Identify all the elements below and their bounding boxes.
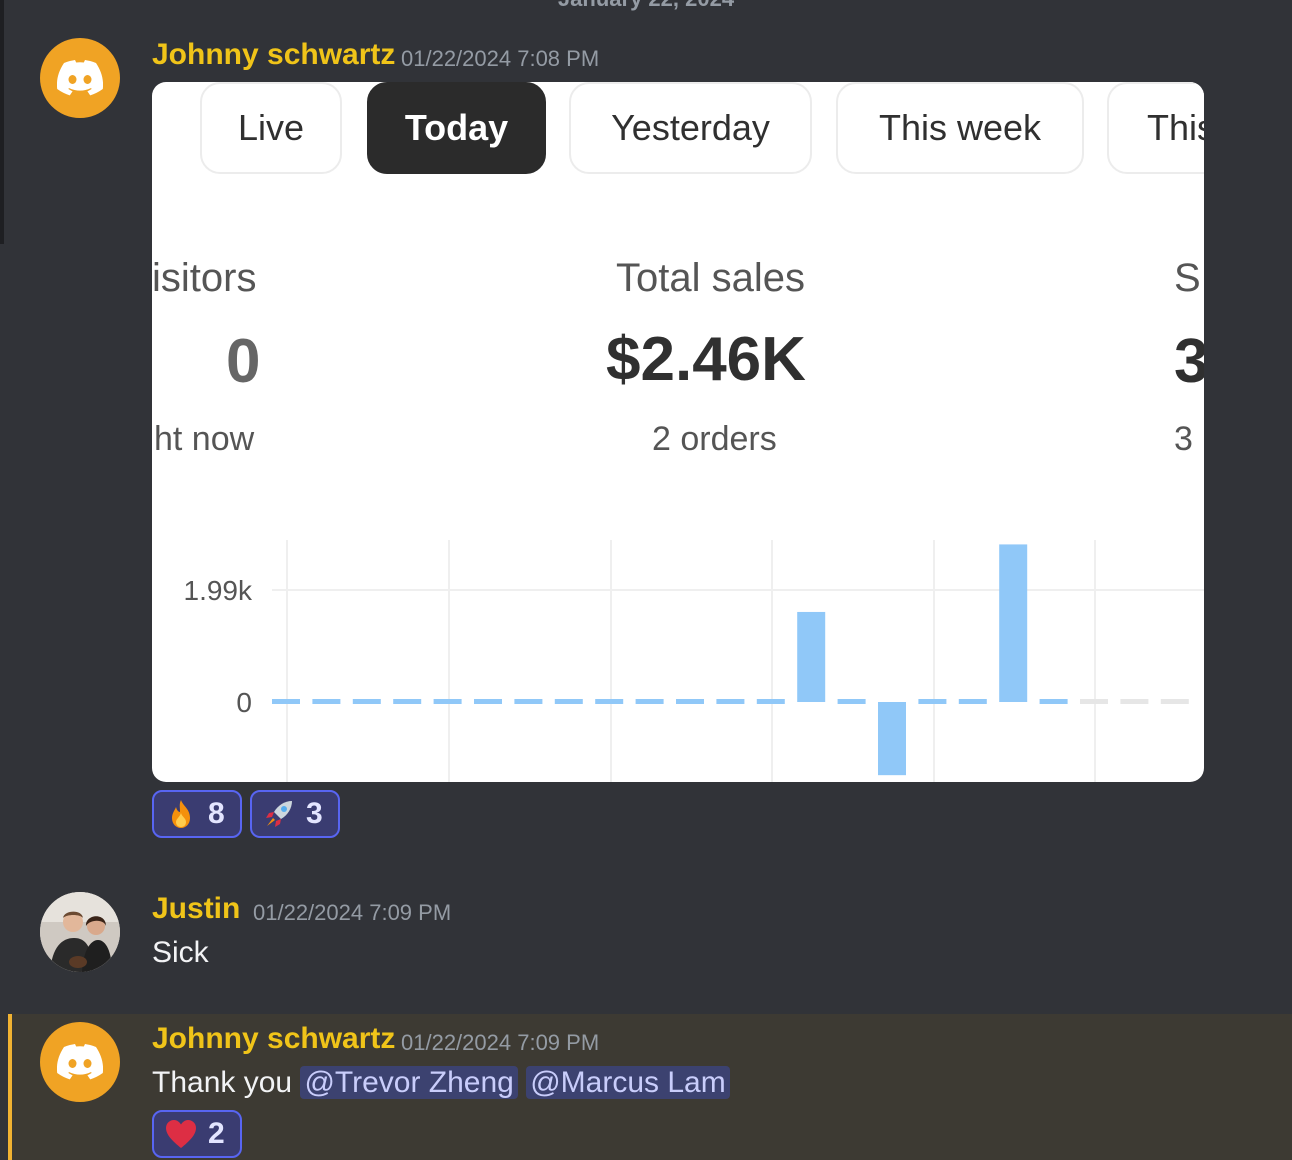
reaction-count: 8	[208, 797, 225, 830]
chart-bar	[393, 699, 422, 704]
total-sales-label: Total sales	[616, 256, 805, 300]
discord-logo-icon[interactable]	[40, 38, 120, 118]
chart-bar	[352, 699, 381, 704]
chart-bar	[797, 611, 826, 702]
chart-bar	[312, 699, 341, 704]
visitors-sub: ht now	[154, 420, 255, 458]
chart-bar	[958, 699, 987, 704]
chart-bar	[595, 699, 624, 704]
chart-bar	[1039, 699, 1068, 704]
chart-bar	[999, 544, 1028, 702]
fire-icon	[164, 797, 198, 831]
reaction-count: 3	[306, 797, 323, 830]
reaction-fire[interactable]: 8	[152, 790, 242, 838]
chart-bar	[474, 699, 502, 704]
user-photo-avatar[interactable]	[40, 892, 120, 972]
chart-bar	[514, 699, 543, 704]
chart-bar	[676, 699, 704, 704]
heart-icon	[164, 1117, 198, 1151]
y-tick-label: 0	[236, 687, 252, 718]
tab-this-week: This week	[836, 82, 1084, 174]
third-metric-sub: 3	[1174, 420, 1193, 458]
mention-trevor-zheng[interactable]: @Trevor Zheng	[300, 1066, 518, 1099]
date-divider: January 22, 2024	[0, 0, 1292, 11]
reaction-count: 2	[208, 1117, 225, 1150]
chart-bar	[1160, 699, 1189, 704]
chart-bar	[635, 699, 664, 704]
chart-bar	[433, 699, 462, 704]
author-name[interactable]: Johnny schwartz	[152, 38, 395, 72]
chart-bar	[272, 699, 300, 704]
tab-yesterday: Yesterday	[569, 82, 812, 174]
tab-today: Today	[367, 82, 546, 174]
orders-count: 2 orders	[652, 420, 777, 458]
chart-bar	[554, 699, 583, 704]
reaction-heart[interactable]: 2	[152, 1110, 242, 1158]
image-attachment[interactable]: Live Today Yesterday This week This isit…	[152, 82, 1204, 782]
message-text: Sick	[152, 936, 209, 969]
visitors-label: isitors	[152, 256, 257, 300]
chart-bar	[716, 699, 745, 704]
third-metric-label: S	[1174, 256, 1201, 300]
reaction-rocket[interactable]: 3	[250, 790, 340, 838]
message-timestamp: 01/22/2024 7:09 PM	[401, 1030, 600, 1055]
tab-live: Live	[200, 82, 342, 174]
message-text: Thank you @Trevor Zheng @Marcus Lam	[152, 1066, 730, 1100]
rocket-icon	[262, 797, 296, 831]
message-text-body: Thank you	[152, 1066, 293, 1099]
message-timestamp: 01/22/2024 7:08 PM	[401, 46, 600, 71]
author-name[interactable]: Justin	[152, 892, 240, 926]
channel-edge	[0, 0, 4, 244]
mention-marcus-lam[interactable]: @Marcus Lam	[526, 1066, 730, 1099]
chart-bar	[1120, 699, 1149, 704]
chart-bar	[918, 699, 947, 704]
chart-bar	[756, 699, 785, 704]
sales-bar-chart: 1.99k 0	[184, 540, 1204, 782]
discord-logo-icon[interactable]	[40, 1022, 120, 1102]
chart-bar	[1080, 699, 1108, 704]
author-name[interactable]: Johnny schwartz	[152, 1022, 395, 1056]
third-metric-value: 3	[1174, 327, 1204, 396]
message-timestamp: 01/22/2024 7:09 PM	[253, 900, 452, 925]
chart-bar	[837, 699, 866, 704]
tab-this: This	[1107, 82, 1204, 174]
chart-bar	[878, 702, 906, 776]
total-sales-value: $2.46K	[606, 325, 806, 394]
visitors-value: 0	[226, 327, 261, 396]
y-tick-label: 1.99k	[184, 575, 253, 606]
